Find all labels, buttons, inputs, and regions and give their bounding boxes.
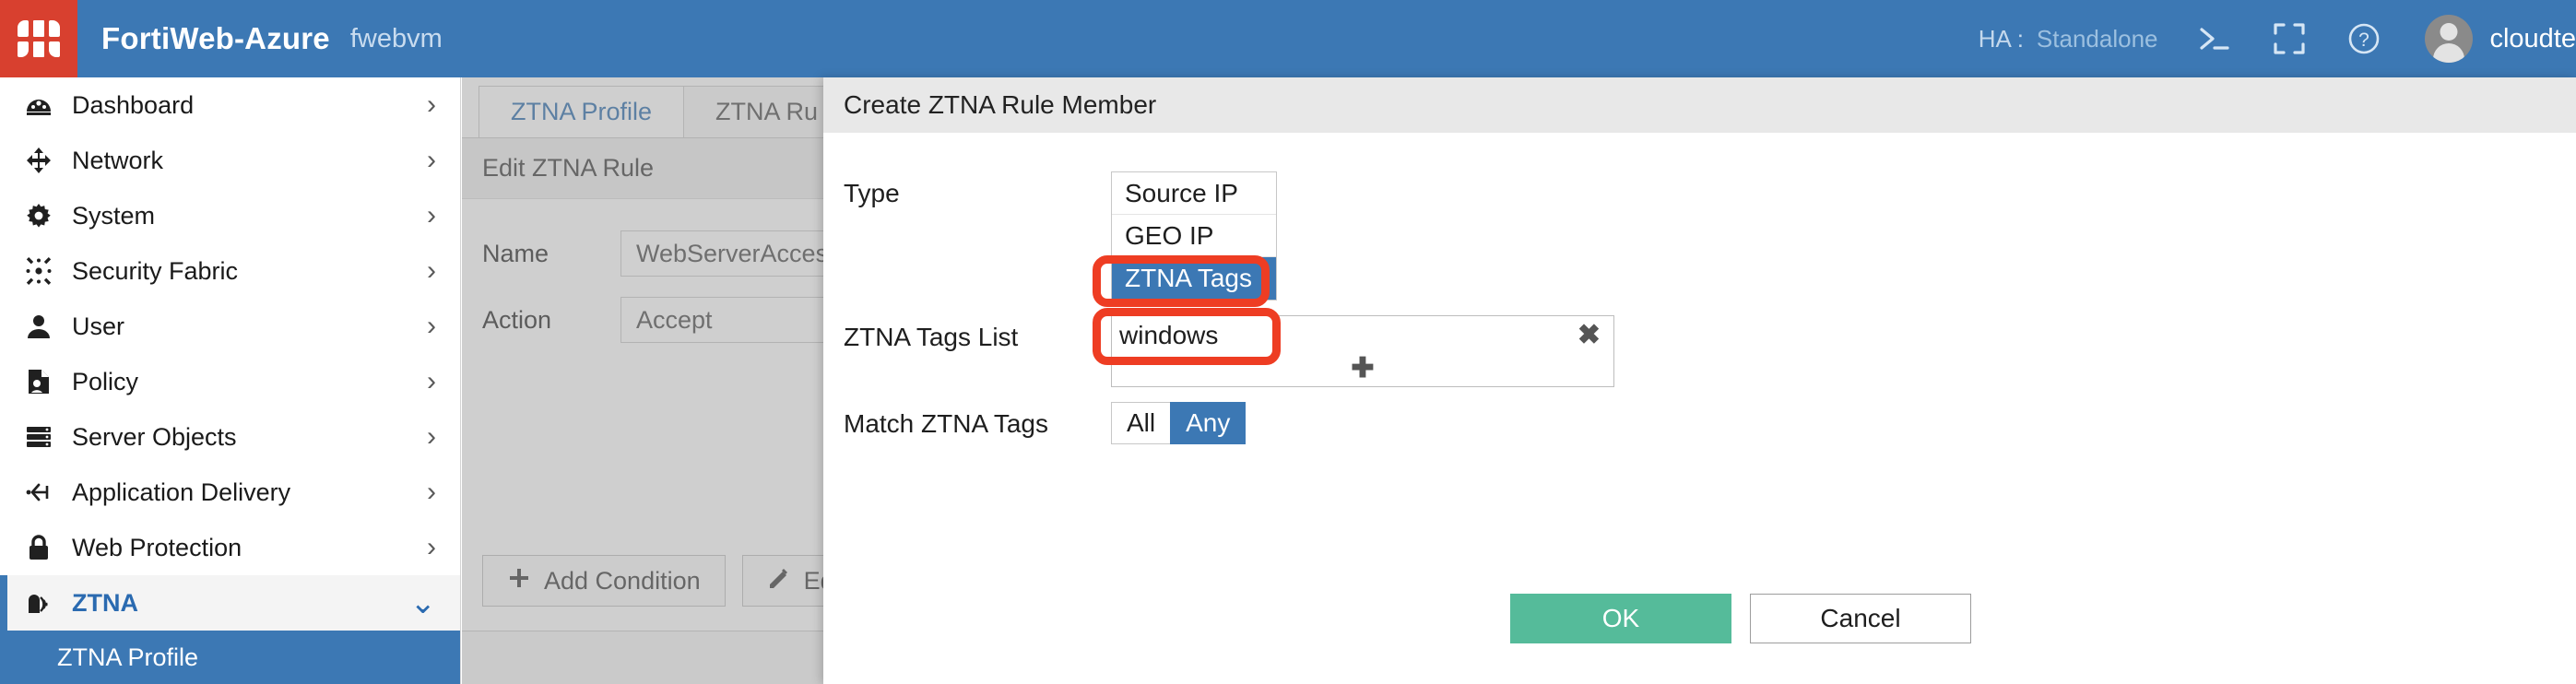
sidebar-item-security-fabric[interactable]: Security Fabric › <box>0 243 460 299</box>
chevron-right-icon: › <box>427 145 436 175</box>
type-option-source-ip[interactable]: Source IP <box>1112 172 1276 215</box>
add-condition-label: Add Condition <box>544 566 701 595</box>
match-option-all[interactable]: All <box>1111 402 1172 444</box>
user-menu[interactable]: cloudte <box>2425 15 2576 63</box>
ha-value: Standalone <box>2036 24 2158 53</box>
server-icon <box>18 423 59 451</box>
chevron-right-icon: › <box>427 255 436 286</box>
sidebar-subitem-label: ZTNA Profile <box>57 643 199 671</box>
sidebar-item-network[interactable]: Network › <box>0 133 460 188</box>
tab-label: ZTNA Profile <box>511 98 653 125</box>
dashboard-icon <box>18 91 59 119</box>
top-header-bar: FortiWeb-Azure fwebvm HA : Standalone ? … <box>0 0 2576 77</box>
sidebar-item-ztna-profile[interactable]: ZTNA Profile <box>0 631 460 684</box>
tags-list-label: ZTNA Tags List <box>844 323 1019 351</box>
ztna-tags-list-box[interactable]: windows ✖ ✚ <box>1111 315 1614 387</box>
sidebar-item-application-delivery[interactable]: Application Delivery › <box>0 465 460 520</box>
dialog-title: Create ZTNA Rule Member <box>823 77 2576 133</box>
type-label: Type <box>844 179 900 207</box>
sidebar-item-server-objects[interactable]: Server Objects › <box>0 409 460 465</box>
close-icon[interactable]: ✖ <box>1578 322 1601 349</box>
help-icon[interactable]: ? <box>2346 18 2382 60</box>
ok-button[interactable]: OK <box>1510 594 1731 643</box>
app-root: FortiWeb-Azure fwebvm HA : Standalone ? … <box>0 0 2576 684</box>
condition-toolbar: Add Condition Ed <box>482 555 859 607</box>
fortinet-logo[interactable] <box>0 0 77 77</box>
logo-grid-icon <box>18 20 60 57</box>
user-icon <box>18 313 59 340</box>
plus-icon[interactable]: ✚ <box>1351 355 1374 383</box>
sidebar-item-label: Network <box>72 146 164 174</box>
pencil-icon <box>767 566 791 596</box>
delivery-icon <box>18 478 59 506</box>
cancel-button[interactable]: Cancel <box>1750 594 1971 643</box>
dialog-body: Type Source IP GEO IP ZTNA Tags ZTNA Tag… <box>823 133 2576 446</box>
network-icon <box>18 147 59 174</box>
chevron-right-icon: › <box>427 89 436 120</box>
name-label: Name <box>482 239 549 267</box>
field-row-tags-list: ZTNA Tags List windows ✖ ✚ <box>844 315 2576 387</box>
brand-title: FortiWeb-Azure <box>101 21 330 55</box>
hostname-label: fwebvm <box>349 23 443 53</box>
type-select-list[interactable]: Source IP GEO IP ZTNA Tags <box>1111 171 1277 301</box>
sidebar-item-web-protection[interactable]: Web Protection › <box>0 520 460 575</box>
field-row-match-tags: Match ZTNA Tags All Any <box>844 402 2576 446</box>
chevron-right-icon: › <box>427 311 436 341</box>
ha-label: HA : <box>1978 24 2024 53</box>
sidebar-item-policy[interactable]: Policy › <box>0 354 460 409</box>
svg-text:?: ? <box>2359 29 2370 51</box>
sidebar-item-label: Application Delivery <box>72 478 291 506</box>
sidebar-item-user[interactable]: User › <box>0 299 460 354</box>
fabric-icon <box>18 257 59 285</box>
chevron-down-icon: ⌄ <box>409 585 437 620</box>
sidebar-item-label: Web Protection <box>72 533 242 561</box>
ztna-icon <box>18 589 59 617</box>
chevron-right-icon: › <box>427 200 436 230</box>
user-name: cloudte <box>2489 23 2576 53</box>
field-row-type: Type Source IP GEO IP ZTNA Tags <box>844 171 2576 301</box>
policy-icon <box>18 368 59 395</box>
add-condition-button[interactable]: Add Condition <box>482 555 726 607</box>
sidebar-item-system[interactable]: System › <box>0 188 460 243</box>
sidebar-item-ztna[interactable]: ZTNA ⌄ <box>0 575 460 631</box>
sidebar-item-label: Security Fabric <box>72 256 239 285</box>
type-option-ztna-tags[interactable]: ZTNA Tags <box>1112 257 1276 300</box>
type-option-geo-ip[interactable]: GEO IP <box>1112 215 1276 257</box>
match-tags-toggle[interactable]: All Any <box>1111 402 1247 444</box>
tab-ztna-profile[interactable]: ZTNA Profile <box>479 86 685 137</box>
header-right-tools: HA : Standalone ? cloudte <box>1979 0 2576 77</box>
chevron-right-icon: › <box>427 366 436 396</box>
chevron-right-icon: › <box>427 421 436 452</box>
match-tags-label: Match ZTNA Tags <box>844 409 1049 438</box>
match-option-any[interactable]: Any <box>1170 402 1247 444</box>
chevron-right-icon: › <box>427 532 436 562</box>
gear-icon <box>18 202 59 230</box>
plus-icon <box>507 566 531 596</box>
tag-item[interactable]: windows <box>1119 321 1218 350</box>
dialog-footer: OK Cancel <box>823 594 2576 643</box>
sidebar-item-label: User <box>72 312 125 340</box>
sidebar-item-label: Dashboard <box>72 90 195 119</box>
terminal-icon[interactable] <box>2196 18 2233 60</box>
sidebar-item-label: Server Objects <box>72 422 237 451</box>
sidebar-item-label: ZTNA <box>72 588 138 617</box>
sidebar-item-label: System <box>72 201 156 230</box>
fullscreen-icon[interactable] <box>2272 18 2307 60</box>
sidebar-item-dashboard[interactable]: Dashboard › <box>0 77 460 133</box>
lock-icon <box>18 534 59 561</box>
chevron-right-icon: › <box>427 477 436 507</box>
sidebar-nav: Dashboard › Network › System › Security … <box>0 77 461 684</box>
avatar <box>2425 15 2474 63</box>
create-ztna-rule-member-dialog: Create ZTNA Rule Member Type Source IP G… <box>823 77 2576 684</box>
action-label: Action <box>482 305 552 334</box>
sidebar-item-label: Policy <box>72 367 139 395</box>
tab-label: ZTNA Ru <box>715 98 819 125</box>
